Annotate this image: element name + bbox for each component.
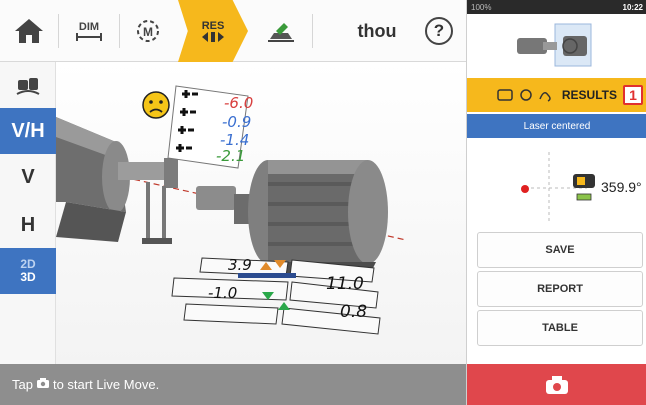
unit-label: thou [357,20,397,41]
left-machine [56,117,178,242]
dim-button[interactable]: DIM [59,0,119,62]
sensor-angle-value: 359.9° [601,179,642,195]
horizontal-offset-value: 0.8 [340,302,368,322]
tolerance-value-2: -0.9 [222,113,252,131]
battery-level: 100% [471,2,492,12]
camera-icon [36,377,50,392]
clock: 10:22 [622,2,643,12]
result-plates [171,257,381,335]
tolerance-value-4: -2.1 [216,147,246,165]
results-label: RESULTS [561,88,617,102]
dim-label: DIM [78,21,100,33]
tolerance-value-1: -6.0 [224,94,254,112]
vertical-angularity-value: 3.9 [228,256,252,274]
sensor-bracket [142,182,236,244]
table-button[interactable]: TABLE [477,310,643,346]
system-status-bar: 100% 10:22 [467,0,646,14]
help-button[interactable]: ? [412,0,466,62]
laser-status-bar: Laser centered [467,114,646,138]
unit-button[interactable]: thou [346,0,408,62]
dim-icon [76,33,102,41]
report-button[interactable]: REPORT [477,271,643,307]
help-icon: ? [425,17,453,45]
status-hint-suffix: to start Live Move. [52,377,160,392]
live-move-button[interactable] [467,364,646,405]
view-2d-3d-toggle[interactable]: 2D 3D [0,248,56,294]
laser-status: Laser centered [523,120,591,132]
camera-icon [546,375,568,394]
results-icons [497,89,551,102]
svg-text:M: M [143,25,153,39]
res-button[interactable]: RES [178,0,248,62]
machine-view-button[interactable] [0,62,56,108]
machine-view-icon [16,78,40,95]
save-button[interactable]: SAVE [477,232,643,268]
h-label: H [20,213,36,236]
flip-icon [268,23,294,42]
table-label: TABLE [542,322,578,334]
machine-3d-view[interactable]: -6.0 -0.9 -1.4 -2.1 3.9 11.0 -1.0 0.8 [56,62,466,364]
sensor-angle-display: 359.9° [467,138,646,230]
results-badge: 1 [623,85,643,105]
vertical-offset-value: 11.0 [326,274,364,294]
vh-label: V/H [11,119,45,142]
v-label: V [21,165,35,188]
results-bar[interactable]: RESULTS 1 [467,78,646,112]
res-icon [202,32,224,42]
vertical-view-button[interactable]: V [0,154,56,200]
res-label: RES [201,20,225,32]
flip-button[interactable] [252,0,310,62]
machine-drawing [56,85,407,335]
sad-face-icon [142,91,170,119]
view-3d-label: 3D [20,270,36,284]
help-label: ? [433,21,445,40]
status-hint-prefix: Tap [12,377,33,392]
machine-thumbnail[interactable] [467,14,646,76]
toolbar: DIM M RES thou ? [0,0,466,62]
horizontal-angularity-value: -1.0 [208,284,238,302]
right-motor [248,160,388,274]
home-button[interactable] [0,0,58,62]
horizontal-view-button[interactable]: H [0,202,56,248]
measure-icon: M [136,20,159,42]
measure-button[interactable]: M [120,0,175,62]
home-icon [15,19,43,43]
right-panel: 100% 10:22 RESULTS 1 Laser centered 359.… [466,0,646,405]
left-bar: V/H V H 2D 3D [0,62,56,364]
vh-view-button[interactable]: V/H [0,108,56,154]
report-label: REPORT [537,283,583,295]
save-label: SAVE [545,244,575,256]
status-bar: Tap to start Live Move. [0,364,466,405]
